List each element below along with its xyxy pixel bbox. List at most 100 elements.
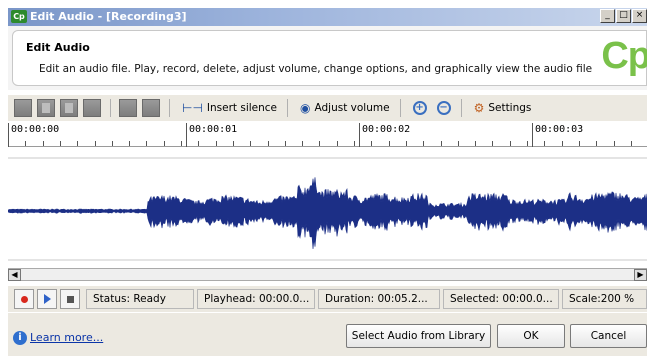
- maximize-button[interactable]: □: [616, 9, 631, 23]
- ruler-minor-tick: [8, 141, 9, 146]
- play-icon: [43, 294, 51, 304]
- ruler-minor-tick: [285, 141, 286, 146]
- paste-icon[interactable]: [60, 99, 78, 117]
- settings-label: Settings: [488, 102, 532, 114]
- ruler-minor-tick: [77, 141, 78, 146]
- ruler-minor-tick: [371, 141, 372, 146]
- app-logo-icon: Cp: [11, 10, 27, 23]
- cancel-button[interactable]: Cancel: [570, 324, 647, 348]
- zoom-out-icon[interactable]: −: [436, 101, 451, 115]
- ruler-minor-tick: [475, 141, 476, 146]
- insert-silence-button[interactable]: ⊢⊣ Insert silence: [178, 101, 281, 115]
- horizontal-scrollbar[interactable]: ◀ ▶: [8, 268, 647, 281]
- ruler-minor-tick: [614, 141, 615, 146]
- ruler-tick: [359, 123, 360, 147]
- ruler-minor-tick: [458, 141, 459, 146]
- ruler-minor-tick: [354, 141, 355, 146]
- ruler-tick: [186, 123, 187, 147]
- cut-icon[interactable]: [14, 99, 32, 117]
- ruler-minor-tick: [527, 141, 528, 146]
- window-title: Edit Audio - [Recording3]: [30, 10, 187, 23]
- waveform-graph: [8, 157, 647, 261]
- adjust-volume-button[interactable]: ◉ Adjust volume: [296, 101, 394, 115]
- title-bar[interactable]: Cp Edit Audio - [Recording3] _ □ ×: [8, 8, 647, 26]
- dialog-heading: Edit Audio: [26, 41, 90, 54]
- ok-button[interactable]: OK: [497, 324, 565, 348]
- ruler-minor-tick: [492, 141, 493, 146]
- ruler-minor-tick: [198, 141, 199, 146]
- record-icon: [20, 295, 28, 303]
- ruler-label: 00:00:00: [11, 124, 60, 135]
- insert-silence-label: Insert silence: [206, 102, 278, 114]
- ruler-minor-tick: [441, 141, 442, 146]
- ruler-minor-tick: [95, 141, 96, 146]
- trim-icon[interactable]: [142, 99, 160, 117]
- playhead-field: Playhead: 00:00.0...: [197, 289, 315, 309]
- close-button[interactable]: ×: [632, 9, 647, 23]
- dialog-description: Edit an audio file. Play, record, delete…: [39, 63, 593, 75]
- ruler-label: 00:00:01: [189, 124, 238, 135]
- ruler-minor-tick: [544, 141, 545, 146]
- toolbar: ⊢⊣ Insert silence ◉ Adjust volume + − ⚙ …: [8, 95, 647, 121]
- scroll-left-button[interactable]: ◀: [8, 269, 21, 281]
- ruler-minor-tick: [423, 141, 424, 146]
- toolbar-divider: [287, 99, 289, 117]
- ruler-minor-tick: [510, 141, 511, 146]
- left-margin: [0, 0, 8, 356]
- waveform-display[interactable]: [8, 153, 647, 265]
- ruler-minor-tick: [302, 141, 303, 146]
- settings-button[interactable]: ⚙ Settings: [470, 101, 536, 115]
- status-field: Status: Ready: [86, 289, 194, 309]
- toolbar-divider: [460, 99, 462, 117]
- copy-icon[interactable]: [37, 99, 55, 117]
- ruler-minor-tick: [337, 141, 338, 146]
- ruler-minor-tick: [43, 141, 44, 146]
- zoom-in-icon[interactable]: +: [412, 101, 427, 115]
- dialog-footer: i Learn more... Select Audio from Librar…: [8, 313, 647, 356]
- timeline-ruler[interactable]: 00:00:00 00:00:01 00:00:02 00:00:03: [8, 123, 647, 147]
- toolbar-divider: [110, 99, 111, 117]
- ruler-minor-tick: [389, 141, 390, 146]
- captivate-logo: Cp: [601, 35, 647, 77]
- insert-silence-icon: ⊢⊣: [182, 101, 203, 115]
- volume-icon: ◉: [300, 101, 311, 115]
- learn-more-link[interactable]: Learn more...: [30, 331, 103, 344]
- delete-icon[interactable]: [83, 99, 101, 117]
- ruler-minor-tick: [146, 141, 147, 146]
- ruler-label: 00:00:02: [362, 124, 411, 135]
- ruler-minor-tick: [631, 141, 632, 146]
- settings-icon: ⚙: [473, 101, 485, 115]
- ruler-minor-tick: [562, 141, 563, 146]
- window-controls: _ □ ×: [600, 9, 647, 23]
- stop-icon: [66, 295, 74, 303]
- silence-block-icon[interactable]: [119, 99, 137, 117]
- header-panel: Edit Audio Edit an audio file. Play, rec…: [8, 26, 647, 90]
- header-card: Edit Audio Edit an audio file. Play, rec…: [12, 30, 647, 86]
- ruler-minor-tick: [216, 141, 217, 146]
- ruler-minor-tick: [250, 141, 251, 146]
- ruler-minor-tick: [164, 141, 165, 146]
- toolbar-divider: [399, 99, 401, 117]
- stop-button[interactable]: [60, 289, 80, 309]
- duration-field: Duration: 00:05.2...: [318, 289, 440, 309]
- ruler-minor-tick: [25, 141, 26, 146]
- toolbar-divider: [169, 99, 170, 117]
- ruler-minor-tick: [268, 141, 269, 146]
- ruler-minor-tick: [233, 141, 234, 146]
- adjust-volume-label: Adjust volume: [314, 102, 390, 114]
- scroll-right-button[interactable]: ▶: [634, 269, 647, 281]
- ruler-label: 00:00:03: [535, 124, 584, 135]
- record-button[interactable]: [14, 289, 34, 309]
- ruler-minor-tick: [579, 141, 580, 146]
- selected-field: Selected: 00:00.0...: [443, 289, 559, 309]
- select-audio-library-button[interactable]: Select Audio from Library: [346, 324, 491, 348]
- minimize-button[interactable]: _: [600, 9, 615, 23]
- play-button[interactable]: [37, 289, 57, 309]
- scale-field: Scale:200 %: [562, 289, 647, 309]
- ruler-minor-tick: [406, 141, 407, 146]
- ruler-minor-tick: [596, 141, 597, 146]
- ruler-minor-tick: [129, 141, 130, 146]
- ruler-tick: [532, 123, 533, 147]
- info-icon: i: [13, 331, 27, 345]
- ruler-minor-tick: [319, 141, 320, 146]
